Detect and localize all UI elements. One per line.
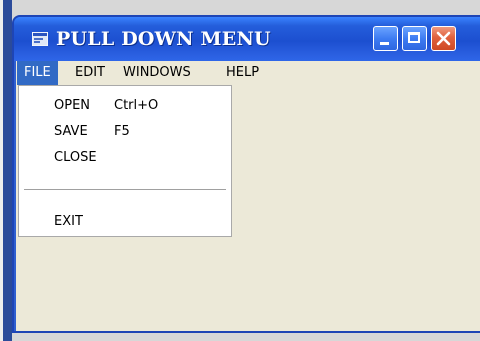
menu-edit[interactable]: EDIT — [68, 61, 112, 85]
file-dropdown-menu: OPEN Ctrl+O SAVE F5 CLOSE EXIT — [18, 85, 232, 237]
menu-item-close[interactable]: CLOSE — [19, 145, 231, 171]
application-window: PULL DOWN MENU FILE EDIT WINDOWS HELP OP… — [12, 15, 480, 333]
menu-file[interactable]: FILE — [17, 61, 58, 85]
menu-item-open[interactable]: OPEN Ctrl+O — [19, 93, 231, 119]
menu-item-shortcut: Ctrl+O — [114, 98, 159, 113]
menu-help[interactable]: HELP — [219, 61, 266, 85]
maximize-button[interactable] — [402, 26, 427, 51]
menu-separator — [24, 189, 226, 191]
menu-item-label: SAVE — [54, 124, 88, 139]
background-strip — [0, 0, 12, 341]
window-title: PULL DOWN MENU — [56, 28, 271, 50]
menu-item-exit[interactable]: EXIT — [19, 209, 231, 235]
maximize-icon — [408, 32, 420, 43]
screen: PULL DOWN MENU FILE EDIT WINDOWS HELP OP… — [0, 0, 480, 341]
menu-windows[interactable]: WINDOWS — [116, 61, 198, 85]
menu-item-label: OPEN — [54, 98, 91, 113]
close-button[interactable] — [431, 26, 456, 51]
close-icon — [432, 27, 455, 50]
client-area: FILE EDIT WINDOWS HELP OPEN Ctrl+O SAVE … — [16, 61, 480, 331]
menu-item-shortcut: F5 — [114, 124, 130, 139]
minimize-button[interactable] — [373, 26, 398, 51]
app-icon — [31, 31, 49, 47]
title-bar[interactable]: PULL DOWN MENU — [14, 17, 480, 61]
menu-item-label: CLOSE — [54, 150, 97, 165]
menu-item-save[interactable]: SAVE F5 — [19, 119, 231, 145]
minimize-icon — [380, 42, 389, 45]
window-bottom-border — [14, 331, 480, 333]
menu-bar: FILE EDIT WINDOWS HELP — [16, 61, 480, 85]
menu-item-label: EXIT — [54, 214, 83, 229]
